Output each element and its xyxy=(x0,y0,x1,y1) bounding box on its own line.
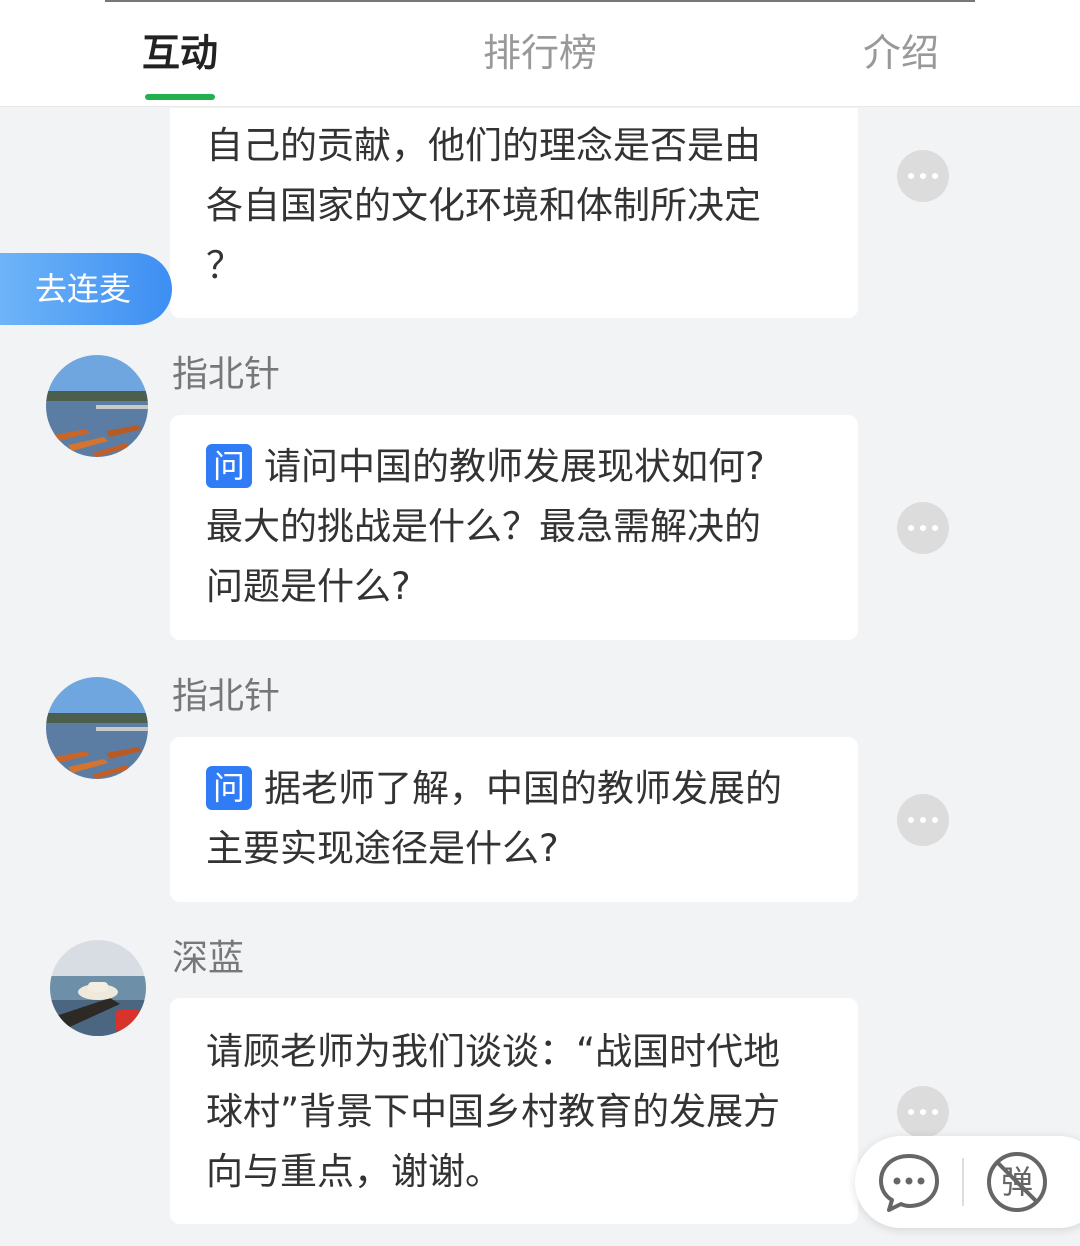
message-text-line: 自己的贡献，他们的理念是否是由 xyxy=(206,124,761,167)
connect-mic-button[interactable]: 去连麦 xyxy=(0,253,172,325)
danmu-label: 弹 xyxy=(1000,1163,1033,1201)
message-text-line: 各自国家的文化环境和体制所决定 xyxy=(206,184,761,227)
user-avatar[interactable] xyxy=(46,677,148,779)
tab-introduction[interactable]: 介绍 xyxy=(863,28,939,78)
comment-bubble-icon[interactable] xyxy=(877,1150,941,1214)
message-text-line: 问题是什么? xyxy=(206,565,411,608)
username: 深蓝 xyxy=(172,938,245,979)
message-text-line: 最大的挑战是什么？最急需解决的 xyxy=(206,505,761,548)
more-options-button[interactable] xyxy=(897,794,949,846)
more-options-button[interactable] xyxy=(897,502,949,554)
user-avatar[interactable] xyxy=(50,940,146,1036)
divider xyxy=(962,1158,964,1206)
username: 指北针 xyxy=(172,354,281,395)
question-badge: 问 xyxy=(206,766,252,810)
message-text-line: 主要实现途径是什么? xyxy=(206,827,559,870)
message-card-4: 请顾老师为我们谈谈：“战国时代地 球村”背景下中国乡村教育的发展方 向与重点，谢… xyxy=(170,998,858,1224)
more-options-button[interactable] xyxy=(897,1086,949,1138)
floating-action-bar: 弹 xyxy=(855,1136,1080,1228)
ellipsis-icon xyxy=(908,525,938,531)
active-tab-indicator xyxy=(145,94,215,100)
message-text-line: 据老师了解，中国的教师发展的 xyxy=(264,767,782,810)
user-avatar[interactable] xyxy=(46,355,148,457)
ellipsis-icon xyxy=(908,173,938,179)
tab-bar: 互动 排行榜 介绍 xyxy=(0,6,1080,107)
message-text-line: 请顾老师为我们谈谈：“战国时代地 xyxy=(206,1030,781,1073)
tab-interaction[interactable]: 互动 xyxy=(142,28,218,78)
message-card-3: 问据老师了解，中国的教师发展的 主要实现途径是什么? xyxy=(170,737,858,902)
more-options-button[interactable] xyxy=(897,150,949,202)
message-card-1: 自己的贡献，他们的理念是否是由 各自国家的文化环境和体制所决定 ？ xyxy=(170,108,858,318)
ellipsis-icon xyxy=(908,1109,938,1115)
question-badge: 问 xyxy=(206,444,252,488)
lake-boats-avatar-image xyxy=(46,677,148,779)
tab-leaderboard[interactable]: 排行榜 xyxy=(483,28,597,78)
danmu-toggle-icon[interactable]: 弹 xyxy=(985,1150,1049,1214)
message-card-2: 问请问中国的教师发展现状如何? 最大的挑战是什么？最急需解决的 问题是什么? xyxy=(170,415,858,640)
message-text-line: 向与重点，谢谢。 xyxy=(206,1150,502,1193)
ellipsis-icon xyxy=(908,817,938,823)
message-text-line: 请问中国的教师发展现状如何? xyxy=(264,445,765,488)
lake-boats-avatar-image xyxy=(46,355,148,457)
message-text-line: ？ xyxy=(206,244,243,287)
message-text-line: 球村”背景下中国乡村教育的发展方 xyxy=(206,1090,781,1133)
flag-badge-icon xyxy=(116,1010,140,1032)
status-line xyxy=(105,0,975,2)
username: 指北针 xyxy=(172,676,281,717)
